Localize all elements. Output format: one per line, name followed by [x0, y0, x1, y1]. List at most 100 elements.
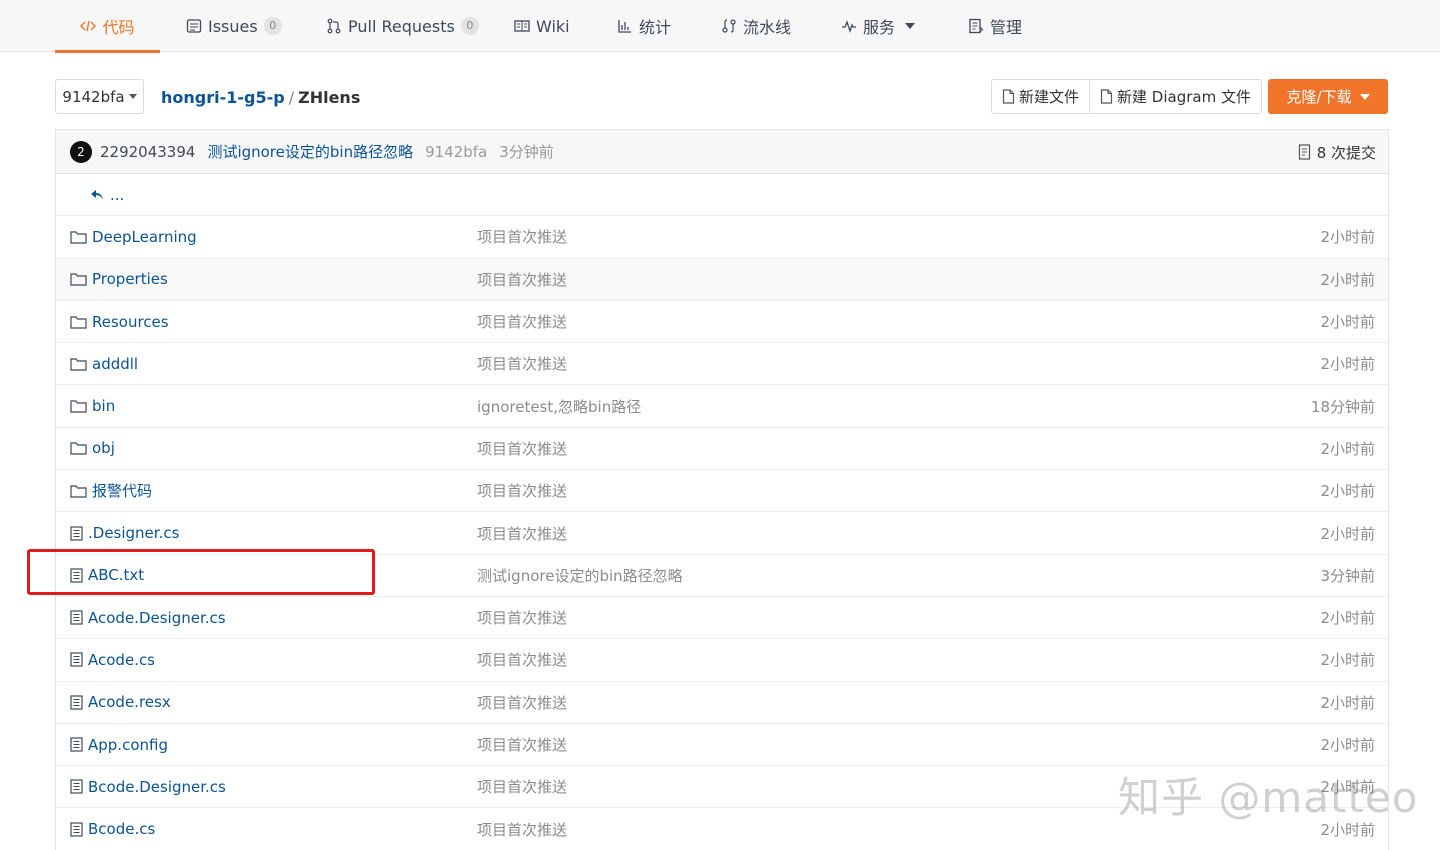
- file-row[interactable]: .Designer.cs 项目首次推送 2小时前: [56, 512, 1388, 555]
- folder-icon: [70, 272, 87, 286]
- file-name-link[interactable]: Bcode.cs: [70, 820, 155, 838]
- file-name: 报警代码: [92, 482, 153, 501]
- file-name-link[interactable]: App.config: [70, 736, 168, 754]
- file-row[interactable]: Bcode.Designer.cs 项目首次推送 2小时前: [56, 766, 1388, 809]
- file-name-link[interactable]: Acode.resx: [70, 693, 171, 711]
- file-name: Bcode.cs: [88, 820, 156, 839]
- file-commit-time: 3分钟前: [1320, 566, 1375, 585]
- tab-issues[interactable]: Issues 0: [186, 0, 282, 52]
- commit-message-link[interactable]: 测试ignore设定的bin路径忽略: [207, 141, 413, 162]
- repo-owner-link[interactable]: hongri-1-g5-p: [161, 88, 285, 107]
- file-commit-time: 2小时前: [1320, 609, 1375, 628]
- tab-wiki[interactable]: Wiki: [514, 0, 570, 52]
- file-name-link[interactable]: DeepLearning: [70, 228, 197, 246]
- file-commit-time: 2小时前: [1320, 355, 1375, 374]
- file-row[interactable]: Resources 项目首次推送 2小时前: [56, 301, 1388, 344]
- tab-wiki-label: Wiki: [536, 16, 570, 36]
- file-row[interactable]: adddll 项目首次推送 2小时前: [56, 343, 1388, 386]
- file-icon: [70, 610, 83, 625]
- file-commit-message[interactable]: 项目首次推送: [477, 269, 567, 290]
- pipeline-icon: [722, 19, 736, 33]
- file-name: ABC.txt: [88, 566, 145, 585]
- file-row[interactable]: 报警代码 项目首次推送 2小时前: [56, 470, 1388, 513]
- file-name-link[interactable]: Resources: [70, 313, 169, 331]
- commit-count-link[interactable]: 8 次提交: [1298, 130, 1376, 174]
- service-icon: [842, 20, 856, 34]
- commit-count-label: 8 次提交: [1316, 143, 1376, 162]
- file-commit-time: 2小时前: [1320, 820, 1375, 839]
- file-name: Acode.cs: [88, 650, 156, 669]
- repo-name: ZHlens: [298, 87, 361, 107]
- tab-pipeline-label: 流水线: [743, 18, 792, 37]
- file-commit-message[interactable]: 项目首次推送: [477, 819, 567, 840]
- file-row[interactable]: obj 项目首次推送 2小时前: [56, 428, 1388, 471]
- pull-request-icon: [327, 18, 341, 34]
- file-row[interactable]: App.config 项目首次推送 2小时前: [56, 724, 1388, 767]
- file-row[interactable]: bin ignoretest,忽略bin路径 18分钟前: [56, 385, 1388, 428]
- tab-pipeline[interactable]: 流水线: [721, 0, 791, 52]
- file-name-link[interactable]: obj: [70, 439, 115, 457]
- tab-pull-requests-label: Pull Requests: [348, 16, 455, 36]
- file-commit-time: 18分钟前: [1310, 397, 1375, 416]
- file-name-link[interactable]: bin: [70, 397, 115, 415]
- file-name-link[interactable]: Acode.cs: [70, 651, 155, 669]
- tab-service[interactable]: 服务: [841, 0, 916, 52]
- file-commit-message[interactable]: 项目首次推送: [477, 353, 567, 374]
- file-row[interactable]: Bcode.cs 项目首次推送 2小时前: [56, 808, 1388, 850]
- file-name: bin: [92, 397, 116, 416]
- commit-author[interactable]: 2292043394: [100, 143, 195, 161]
- file-commit-message[interactable]: 项目首次推送: [477, 692, 567, 713]
- file-commit-message[interactable]: 测试ignore设定的bin路径忽略: [477, 565, 683, 586]
- folder-icon: [70, 441, 87, 456]
- tab-code[interactable]: 代码: [55, 0, 160, 53]
- folder-icon: [70, 357, 87, 371]
- avatar[interactable]: 2: [70, 140, 92, 163]
- file-name: Properties: [92, 270, 168, 289]
- file-name-link[interactable]: ABC.txt: [70, 566, 144, 584]
- file-commit-message[interactable]: 项目首次推送: [477, 438, 567, 459]
- file-name-link[interactable]: Properties: [70, 270, 168, 288]
- file-commit-message[interactable]: 项目首次推送: [477, 311, 567, 332]
- issues-icon: [186, 19, 202, 33]
- file-commit-time: 2小时前: [1320, 524, 1375, 543]
- branch-selector[interactable]: 9142bfa: [55, 79, 144, 114]
- breadcrumb: hongri-1-g5-p / ZHlens: [161, 85, 360, 109]
- file-commit-message[interactable]: 项目首次推送: [477, 523, 567, 544]
- new-file-button[interactable]: 新建文件: [992, 80, 1090, 113]
- file-commit-message[interactable]: 项目首次推送: [477, 226, 567, 247]
- file-name-link[interactable]: .Designer.cs: [70, 524, 179, 542]
- file-name: obj: [92, 439, 115, 458]
- file-row[interactable]: DeepLearning 项目首次推送 2小时前: [56, 216, 1388, 259]
- file-name-link[interactable]: Acode.Designer.cs: [70, 609, 226, 627]
- file-commit-message[interactable]: 项目首次推送: [477, 734, 567, 755]
- new-file-label: 新建文件: [1019, 88, 1080, 106]
- commit-sha[interactable]: 9142bfa: [425, 143, 487, 161]
- clone-download-label: 克隆/下载: [1286, 88, 1352, 106]
- folder-icon: [70, 484, 87, 498]
- file-name-link[interactable]: Bcode.Designer.cs: [70, 778, 226, 796]
- file-name-link[interactable]: 报警代码: [70, 480, 152, 501]
- file-row[interactable]: Properties 项目首次推送 2小时前: [56, 258, 1388, 301]
- file-icon: [70, 568, 83, 583]
- file-row[interactable]: Acode.Designer.cs 项目首次推送 2小时前: [56, 597, 1388, 640]
- file-commit-message[interactable]: 项目首次推送: [477, 480, 567, 501]
- file-row[interactable]: Acode.resx 项目首次推送 2小时前: [56, 682, 1388, 724]
- parent-dir-row[interactable]: ...: [56, 174, 1388, 217]
- file-table: 2 2292043394 测试ignore设定的bin路径忽略 9142bfa …: [55, 129, 1389, 850]
- file-commit-message[interactable]: ignoretest,忽略bin路径: [477, 396, 641, 417]
- tab-manage[interactable]: 管理: [968, 0, 1022, 52]
- file-commit-message[interactable]: 项目首次推送: [477, 607, 567, 628]
- tab-pull-requests[interactable]: Pull Requests 0: [326, 0, 479, 52]
- tab-stats[interactable]: 统计: [617, 0, 671, 52]
- tab-issues-label: Issues: [208, 16, 258, 36]
- file-row[interactable]: ABC.txt 测试ignore设定的bin路径忽略 3分钟前: [56, 555, 1388, 597]
- file-commit-message[interactable]: 项目首次推送: [477, 649, 567, 670]
- file-icon: [70, 525, 83, 541]
- file-commit-message[interactable]: 项目首次推送: [477, 776, 567, 797]
- file-row[interactable]: Acode.cs 项目首次推送 2小时前: [56, 639, 1388, 682]
- new-diagram-button[interactable]: 新建 Diagram 文件: [1089, 80, 1261, 113]
- file-name-link[interactable]: adddll: [70, 355, 138, 373]
- parent-dir-link[interactable]: ...: [90, 186, 124, 204]
- clone-download-button[interactable]: 克隆/下载: [1268, 79, 1388, 114]
- repo-tab-bar: 代码 Issues 0 Pull Requests 0 Wiki 统计 流水线 …: [0, 0, 1440, 53]
